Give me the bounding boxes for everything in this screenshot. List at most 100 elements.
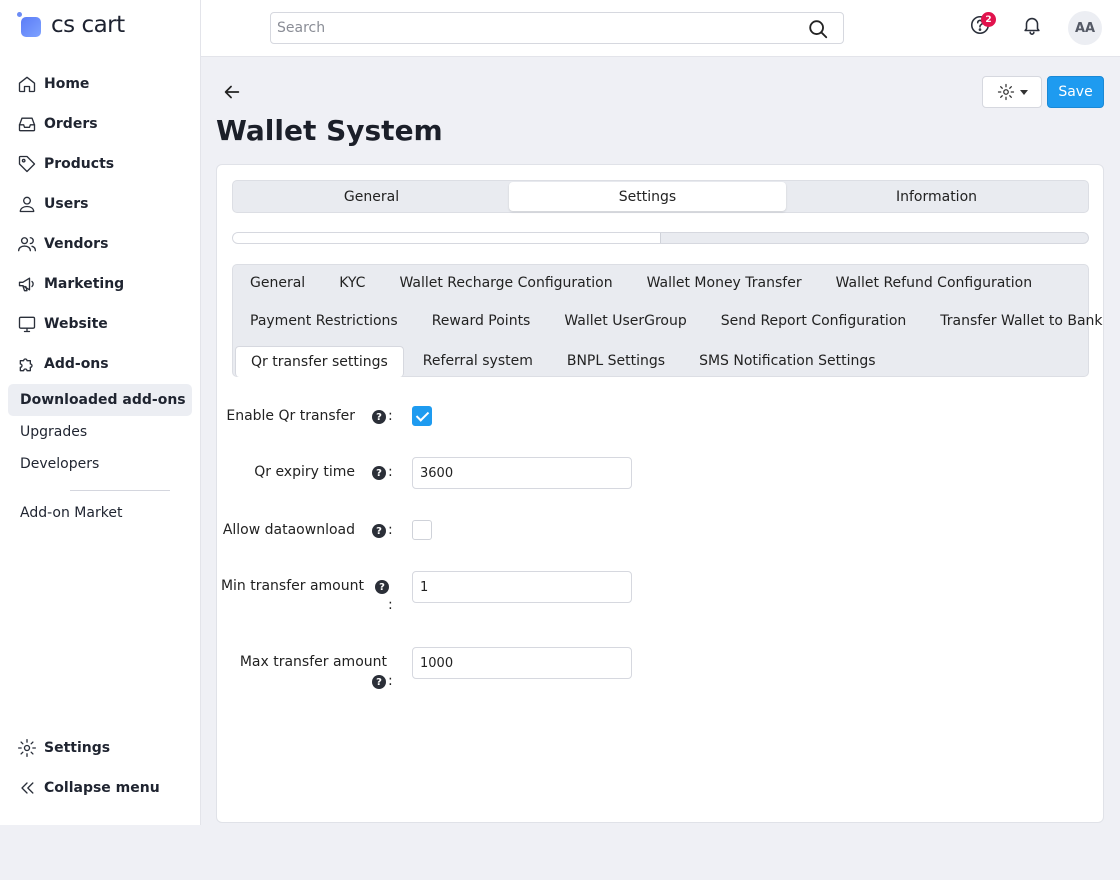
subtab-row: Payment Restrictions Reward Points Walle… (233, 301, 1103, 341)
megaphone-icon (18, 277, 34, 292)
qr-expiry-input[interactable] (412, 457, 632, 489)
subtab-bnpl-settings[interactable]: BNPL Settings (552, 346, 680, 377)
min-transfer-label: Min transfer amount (220, 578, 364, 594)
addons-submenu: Downloaded add-ons Upgrades Developers A… (0, 384, 200, 529)
bell-icon (1024, 17, 1040, 35)
sidebar: cs cart Home Orders Products Users Vendo… (0, 0, 201, 825)
settings-dropdown-button[interactable] (982, 76, 1042, 108)
sidebar-item-label: Marketing (44, 276, 125, 292)
help-icon[interactable]: ? (372, 410, 386, 424)
subtab-wallet-recharge-configuration[interactable]: Wallet Recharge Configuration (384, 268, 627, 299)
tag-icon (18, 155, 36, 173)
help-icon[interactable]: ? (375, 580, 389, 594)
help-icon[interactable]: ? (372, 524, 386, 538)
back-arrow-icon[interactable] (221, 81, 243, 103)
tab-general[interactable]: General (234, 182, 509, 211)
sidebar-bottom: Settings Collapse menu (0, 728, 200, 808)
gear-icon (18, 739, 36, 757)
sidebar-item-products[interactable]: Products (0, 144, 200, 184)
subtab-transfer-wallet-to-bank[interactable]: Transfer Wallet to Bank (925, 306, 1117, 337)
sidebar-subitem-addon-market[interactable]: Add-on Market (0, 497, 200, 529)
sidebar-item-label: Vendors (44, 236, 109, 252)
sidebar-item-label: Settings (44, 740, 111, 756)
inbox-icon (18, 117, 36, 132)
home-icon (18, 76, 36, 93)
max-transfer-input[interactable] (412, 647, 632, 679)
help-icon[interactable]: ? (372, 675, 386, 689)
sidebar-item-users[interactable]: Users (0, 184, 200, 224)
subtab-qr-transfer-settings[interactable]: Qr transfer settings (235, 345, 404, 377)
submenu-divider (70, 490, 170, 491)
sidebar-item-addons[interactable]: Add-ons (0, 344, 200, 384)
double-chevron-left-icon (21, 782, 34, 794)
allow-download-label: Allow dataownload (222, 522, 355, 538)
progress-fill (233, 233, 661, 243)
help-icon[interactable]: ? (372, 466, 386, 480)
min-transfer-input[interactable] (412, 571, 632, 603)
help-badge: 2 (981, 12, 996, 27)
sidebar-item-label: Orders (44, 116, 98, 132)
sidebar-subitem-downloaded-addons[interactable]: Downloaded add-ons (8, 384, 192, 416)
subtab-referral-system[interactable]: Referral system (408, 346, 548, 377)
user-icon (19, 196, 35, 213)
gear-icon (997, 83, 1014, 101)
main-tabs: General Settings Information (232, 180, 1089, 213)
search-icon[interactable] (807, 18, 829, 40)
subtabs: General KYC Wallet Recharge Configuratio… (232, 264, 1103, 377)
sidebar-nav: Home Orders Products Users Vendors Marke… (0, 64, 200, 529)
users-icon (18, 237, 36, 252)
label-colon: : (388, 408, 393, 424)
enable-qr-checkbox[interactable] (412, 406, 432, 426)
tab-information[interactable]: Information (786, 182, 1087, 211)
settings-card: General Settings Information General KYC… (216, 164, 1104, 823)
label-colon: : (388, 597, 393, 613)
label-colon: : (388, 673, 393, 689)
sidebar-item-website[interactable]: Website (0, 304, 200, 344)
sidebar-item-marketing[interactable]: Marketing (0, 264, 200, 304)
page-title: Wallet System (216, 114, 443, 147)
top-bar: 2 AA (201, 0, 1120, 57)
help-button[interactable]: 2 (969, 12, 996, 40)
monitor-icon (18, 316, 36, 333)
subtab-general[interactable]: General (235, 268, 320, 299)
label-colon: : (388, 522, 393, 538)
notifications-button[interactable] (1021, 14, 1047, 40)
save-button[interactable]: Save (1047, 76, 1104, 108)
subtab-wallet-refund-configuration[interactable]: Wallet Refund Configuration (821, 268, 1048, 299)
sidebar-item-label: Products (44, 156, 115, 172)
subtab-reward-points[interactable]: Reward Points (417, 306, 546, 337)
brand-name: cs cart (51, 12, 125, 38)
sidebar-subitem-developers[interactable]: Developers (0, 448, 200, 480)
search-input[interactable] (271, 13, 791, 43)
sidebar-item-orders[interactable]: Orders (0, 104, 200, 144)
qr-expiry-label: Qr expiry time (254, 464, 355, 480)
sidebar-item-label: Website (44, 316, 108, 332)
tab-settings[interactable]: Settings (509, 182, 786, 211)
sidebar-item-label: Users (44, 196, 89, 212)
avatar[interactable]: AA (1068, 11, 1102, 45)
subtab-wallet-usergroup[interactable]: Wallet UserGroup (549, 306, 701, 337)
sidebar-item-home[interactable]: Home (0, 64, 200, 104)
subtab-send-report-configuration[interactable]: Send Report Configuration (706, 306, 922, 337)
puzzle-icon (19, 358, 33, 372)
subtab-row: General KYC Wallet Recharge Configuratio… (233, 265, 1088, 301)
search-box (270, 12, 844, 44)
subtab-payment-restrictions[interactable]: Payment Restrictions (235, 306, 413, 337)
sidebar-item-vendors[interactable]: Vendors (0, 224, 200, 264)
label-colon: : (388, 464, 393, 480)
progress-bar (232, 232, 1089, 244)
enable-qr-label: Enable Qr transfer (226, 408, 355, 424)
collapse-menu-button[interactable]: Collapse menu (0, 768, 200, 808)
collapse-menu-label: Collapse menu (44, 780, 160, 796)
sidebar-subitem-upgrades[interactable]: Upgrades (0, 416, 200, 448)
sidebar-item-label: Home (44, 76, 90, 92)
chevron-down-icon (1019, 89, 1028, 95)
subtab-kyc[interactable]: KYC (324, 268, 380, 299)
logo-icon (17, 12, 43, 38)
subtab-row: Qr transfer settings Referral system BNP… (233, 341, 1088, 381)
allow-download-checkbox[interactable] (412, 520, 432, 540)
sidebar-item-settings[interactable]: Settings (0, 728, 200, 768)
subtab-sms-notification-settings[interactable]: SMS Notification Settings (684, 346, 891, 377)
brand-logo[interactable]: cs cart (17, 12, 125, 38)
subtab-wallet-money-transfer[interactable]: Wallet Money Transfer (632, 268, 817, 299)
